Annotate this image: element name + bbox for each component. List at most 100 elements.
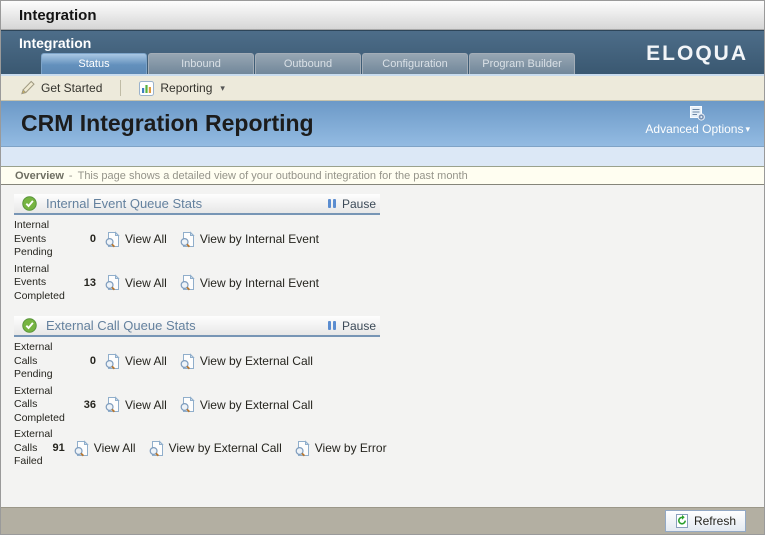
advanced-options-icon (689, 105, 706, 122)
pencil-icon (19, 80, 35, 96)
stat-links: View All View by Internal Event (104, 231, 331, 248)
view-link[interactable]: View All (104, 231, 167, 248)
view-link-label: View All (125, 354, 167, 369)
get-started-button[interactable]: Get Started (11, 80, 110, 96)
refresh-icon (675, 514, 689, 528)
section-rows: Internal Events Pending 0 View All View … (14, 215, 380, 303)
pause-button[interactable]: Pause (327, 319, 376, 333)
overview-description: This page shows a detailed view of your … (77, 169, 468, 182)
stats-content: Internal Event Queue Stats Pause Interna… (1, 185, 764, 469)
view-document-icon (104, 274, 121, 291)
stat-value: 13 (83, 276, 96, 289)
pause-label: Pause (341, 196, 376, 211)
view-document-icon (179, 274, 196, 291)
window-title: Integration (19, 6, 97, 24)
app-title: Integration (19, 35, 92, 51)
section-header: External Call Queue Stats Pause (14, 316, 380, 337)
overview-label: Overview (15, 169, 64, 182)
tab-program-builder[interactable]: Program Builder (469, 53, 575, 74)
get-started-label: Get Started (41, 81, 103, 95)
view-document-icon (179, 396, 196, 413)
stats-section: External Call Queue Stats Pause External… (14, 316, 387, 469)
tab-outbound[interactable]: Outbound (255, 53, 361, 74)
view-link-label: View by External Call (168, 441, 282, 456)
view-link-label: View All (125, 275, 167, 290)
stat-row: External Calls Completed 36 View All Vie… (14, 385, 380, 426)
view-document-icon (179, 353, 196, 370)
view-link-label: View All (93, 441, 136, 456)
view-link[interactable]: View by External Call (148, 440, 282, 457)
toolbar-separator (120, 80, 122, 96)
view-link[interactable]: View by Error (294, 440, 387, 457)
chevron-down-icon: ▾ (745, 123, 750, 134)
stat-label: External Calls Failed (14, 428, 53, 467)
reporting-label: Reporting (160, 81, 213, 95)
stat-label: Internal Events Completed (14, 262, 65, 302)
view-link[interactable]: View by External Call (179, 396, 313, 413)
view-link-label: View by Error (314, 441, 387, 456)
view-link-label: View by Internal Event (199, 275, 319, 290)
stat-label: Internal Events Pending (14, 219, 53, 258)
tab-inbound[interactable]: Inbound (148, 53, 254, 74)
stat-row: External Calls Pending 0 View All View b… (14, 341, 380, 382)
view-link-label: View by External Call (199, 397, 313, 412)
view-document-icon (148, 440, 165, 457)
refresh-label: Refresh (693, 514, 736, 528)
view-document-icon (294, 440, 311, 457)
section-title: Internal Event Queue Stats (46, 196, 203, 211)
view-link-label: View All (125, 397, 167, 412)
stat-links: View All View by External Call View by E… (73, 440, 399, 457)
stat-links: View All View by Internal Event (104, 274, 331, 291)
stats-section: Internal Event Queue Stats Pause Interna… (14, 194, 380, 303)
view-link[interactable]: View All (104, 274, 167, 291)
eloqua-logo: ELOQUA (646, 42, 748, 65)
tab-status[interactable]: Status (41, 53, 147, 74)
section-rows: External Calls Pending 0 View All View b… (14, 337, 387, 469)
status-ok-icon (22, 318, 37, 333)
pause-icon (327, 321, 336, 330)
tab-bar: Status Inbound Outbound Configuration Progra… (41, 53, 576, 74)
chevron-down-icon: ▾ (220, 82, 225, 93)
bar-chart-icon (139, 80, 155, 96)
view-link-label: View All (125, 232, 167, 247)
toolbar: Get Started Reporting ▾ (1, 76, 764, 101)
view-link[interactable]: View by Internal Event (179, 274, 319, 291)
view-link[interactable]: View All (104, 353, 167, 370)
view-link[interactable]: View by External Call (179, 353, 313, 370)
stat-value: 0 (89, 355, 96, 368)
view-link[interactable]: View by Internal Event (179, 231, 319, 248)
reporting-menu[interactable]: Reporting ▾ (131, 80, 233, 96)
view-document-icon (179, 231, 196, 248)
view-document-icon (104, 396, 121, 413)
app-window: Integration Integration ELOQUA Status Inb… (0, 0, 765, 535)
stat-row: Internal Events Completed 13 View All Vi… (14, 263, 380, 304)
view-document-icon (104, 231, 121, 248)
stat-value: 36 (83, 398, 96, 411)
view-document-icon (73, 440, 90, 457)
view-document-icon (104, 353, 121, 370)
status-ok-icon (22, 196, 37, 211)
view-link-label: View by External Call (199, 354, 313, 369)
refresh-button[interactable]: Refresh (664, 510, 746, 532)
section-header: Internal Event Queue Stats Pause (14, 194, 380, 215)
page-title: CRM Integration Reporting (21, 110, 314, 136)
stat-label: External Calls Completed (14, 384, 65, 424)
window-titlebar: Integration (1, 1, 764, 30)
pause-button[interactable]: Pause (327, 196, 376, 211)
navbar: Integration ELOQUA Status Inbound Outbound… (1, 30, 764, 76)
overview-bar: Overview - This page shows a detailed vi… (1, 167, 764, 185)
overview-separator: - (68, 169, 73, 182)
pause-icon (327, 199, 336, 208)
stat-row: External Calls Failed 91 View All View b… (14, 428, 387, 469)
stat-value: 91 (52, 442, 65, 455)
advanced-options-button[interactable]: Advanced Options ▾ (645, 105, 750, 136)
tab-configuration[interactable]: Configuration (362, 53, 468, 74)
stat-value: 0 (89, 233, 96, 246)
view-link[interactable]: View All (73, 440, 136, 457)
view-link[interactable]: View All (104, 396, 167, 413)
sub-banner-strip (1, 147, 764, 167)
stat-row: Internal Events Pending 0 View All View … (14, 219, 380, 260)
view-link-label: View by Internal Event (199, 232, 319, 247)
advanced-options-label: Advanced Options (645, 122, 744, 136)
stat-label: External Calls Pending (14, 341, 53, 380)
